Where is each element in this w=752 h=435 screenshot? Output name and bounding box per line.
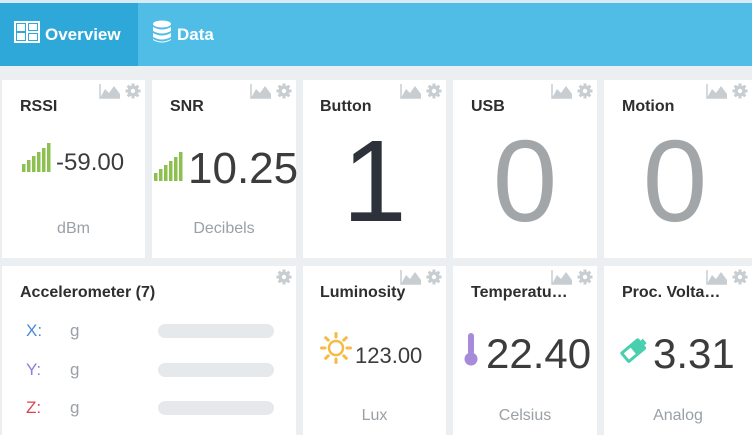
battery-icon xyxy=(618,335,650,370)
widget-motion: Motion 0 xyxy=(604,80,752,258)
chart-icon[interactable] xyxy=(706,83,728,104)
axis-unit: g xyxy=(70,321,80,340)
gear-icon[interactable] xyxy=(125,83,141,104)
widget-title: Proc. Volta… xyxy=(622,284,721,301)
chart-icon[interactable] xyxy=(250,83,272,104)
widget-unit: Lux xyxy=(361,407,388,424)
axis-label: Y: xyxy=(26,360,42,379)
widget-voltage: Proc. Volta… 3.31 Analog xyxy=(604,266,752,435)
temperature-reading: 22.40 xyxy=(463,332,591,376)
tab-label: Overview xyxy=(45,24,121,44)
axis-row-z: Z: g xyxy=(26,398,274,418)
widget-tools xyxy=(400,269,442,290)
tab-overview[interactable]: Overview xyxy=(0,3,138,66)
widget-snr: SNR 10.25 Decibels xyxy=(152,80,298,258)
voltage-reading: 3.31 xyxy=(618,332,735,376)
gear-icon[interactable] xyxy=(577,83,593,104)
widget-tools xyxy=(706,83,748,104)
voltage-value: 3.31 xyxy=(653,330,735,377)
axis-label: Z: xyxy=(26,398,42,417)
axis-bar xyxy=(158,401,274,415)
widget-accelerometer: Accelerometer (7) X: g Y: g Z: g xyxy=(2,266,296,435)
widget-title: USB xyxy=(471,98,505,115)
temperature-value: 22.40 xyxy=(486,330,592,377)
gear-icon[interactable] xyxy=(276,269,292,290)
widget-button: Button 1 xyxy=(303,80,446,258)
snr-value: 10.25 xyxy=(188,144,299,193)
gear-icon[interactable] xyxy=(426,83,442,104)
axis-bar xyxy=(158,363,274,377)
widget-tools xyxy=(551,83,593,104)
widget-unit: dBm xyxy=(57,220,90,237)
snr-reading: 10.25 xyxy=(154,146,298,192)
chart-icon[interactable] xyxy=(551,83,573,104)
gear-icon[interactable] xyxy=(276,83,292,104)
gear-icon[interactable] xyxy=(426,269,442,290)
widget-tools xyxy=(276,269,292,290)
axis-bar xyxy=(158,324,274,338)
luminosity-reading: 123.00 xyxy=(320,332,422,369)
chart-icon[interactable] xyxy=(99,83,121,104)
widget-unit: Analog xyxy=(653,407,703,424)
widget-rssi: RSSI -59.00 dBm xyxy=(2,80,145,258)
axis-row-y: Y: g xyxy=(26,360,274,380)
widget-unit: Decibels xyxy=(193,220,255,237)
widget-title: Button xyxy=(320,98,372,115)
rssi-value: -59.00 xyxy=(56,149,125,176)
widget-title: Motion xyxy=(622,98,675,115)
widget-tools xyxy=(99,83,141,104)
widget-title: SNR xyxy=(170,98,204,115)
luminosity-value: 123.00 xyxy=(355,343,423,368)
button-value: 1 xyxy=(342,116,407,246)
widget-title: Luminosity xyxy=(320,284,406,301)
motion-value: 0 xyxy=(642,116,708,246)
signal-icon xyxy=(22,142,52,177)
thermometer-icon xyxy=(463,332,479,371)
widget-unit: Celsius xyxy=(498,407,552,424)
signal-icon xyxy=(154,151,184,186)
widget-tools xyxy=(250,83,292,104)
gear-icon[interactable] xyxy=(732,269,748,290)
tab-data[interactable]: Data xyxy=(138,3,238,66)
tab-label: Data xyxy=(177,24,214,44)
axis-unit: g xyxy=(70,360,80,379)
widget-temperature: Temperatu… 22.40 Celsius xyxy=(453,266,597,435)
widget-luminosity: Luminosity 123.00 Lux xyxy=(303,266,446,435)
widget-title: Temperatu… xyxy=(471,284,568,301)
widget-usb: USB 0 xyxy=(453,80,597,258)
rssi-reading: -59.00 xyxy=(22,142,124,177)
top-nav-bar: Overview Data xyxy=(0,0,752,66)
axis-row-x: X: g xyxy=(26,321,274,341)
widget-tools xyxy=(400,83,442,104)
gear-icon[interactable] xyxy=(732,83,748,104)
layout-icon xyxy=(14,21,40,48)
sun-icon xyxy=(320,332,352,369)
usb-value: 0 xyxy=(492,116,558,246)
database-icon xyxy=(152,20,172,49)
widget-title: Accelerometer (7) xyxy=(20,284,156,301)
chart-icon[interactable] xyxy=(400,83,422,104)
axis-label: X: xyxy=(26,321,43,340)
widget-title: RSSI xyxy=(20,98,58,115)
axis-unit: g xyxy=(70,398,80,417)
